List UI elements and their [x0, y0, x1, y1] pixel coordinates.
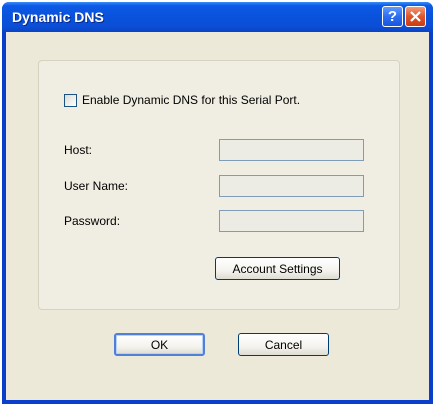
help-icon: ? — [387, 8, 398, 25]
dialog-body: Enable Dynamic DNS for this Serial Port.… — [6, 32, 429, 400]
host-label: Host: — [64, 143, 93, 157]
cancel-button[interactable]: Cancel — [238, 333, 329, 356]
close-icon — [410, 11, 421, 22]
host-input[interactable] — [219, 139, 364, 161]
username-input[interactable] — [219, 175, 364, 197]
close-button[interactable] — [405, 6, 426, 27]
ok-button[interactable]: OK — [114, 333, 205, 356]
enable-dynamic-dns-row[interactable]: Enable Dynamic DNS for this Serial Port. — [64, 93, 300, 107]
settings-group: Enable Dynamic DNS for this Serial Port.… — [38, 60, 400, 310]
password-input[interactable] — [219, 210, 364, 232]
dynamic-dns-dialog: Dynamic DNS ? Enable Dynamic DNS for thi… — [2, 2, 433, 404]
enable-dynamic-dns-checkbox[interactable] — [64, 93, 77, 107]
title-bar[interactable]: Dynamic DNS ? — [2, 2, 433, 32]
enable-dynamic-dns-label: Enable Dynamic DNS for this Serial Port. — [82, 93, 301, 107]
password-label: Password: — [64, 214, 121, 228]
window-title: Dynamic DNS — [12, 9, 104, 25]
username-label: User Name: — [64, 179, 129, 193]
account-settings-button[interactable]: Account Settings — [215, 257, 340, 280]
help-button[interactable]: ? — [382, 6, 403, 27]
